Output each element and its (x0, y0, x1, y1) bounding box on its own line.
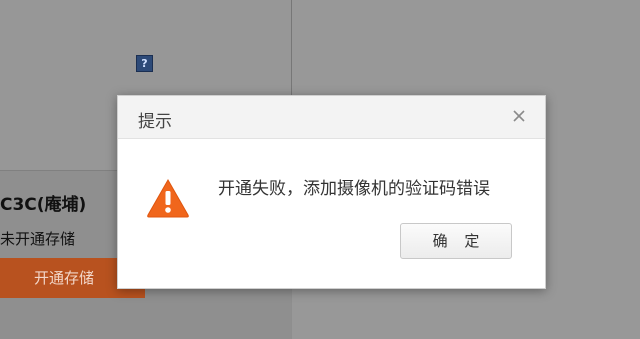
confirm-button[interactable]: 确 定 (400, 223, 512, 259)
alert-dialog: 提示 开通失败，添加摄像机的验证码错误 确 定 (117, 95, 546, 289)
dialog-message: 开通失败，添加摄像机的验证码错误 (218, 179, 490, 199)
dialog-header: 提示 (118, 96, 545, 139)
help-icon[interactable]: ? (136, 55, 153, 72)
warning-icon (147, 178, 189, 218)
close-icon[interactable] (511, 108, 527, 124)
storage-status-text: 未开通存储 (0, 230, 76, 248)
dialog-title: 提示 (138, 112, 172, 132)
camera-name: C3C(庵埔) (0, 195, 87, 215)
